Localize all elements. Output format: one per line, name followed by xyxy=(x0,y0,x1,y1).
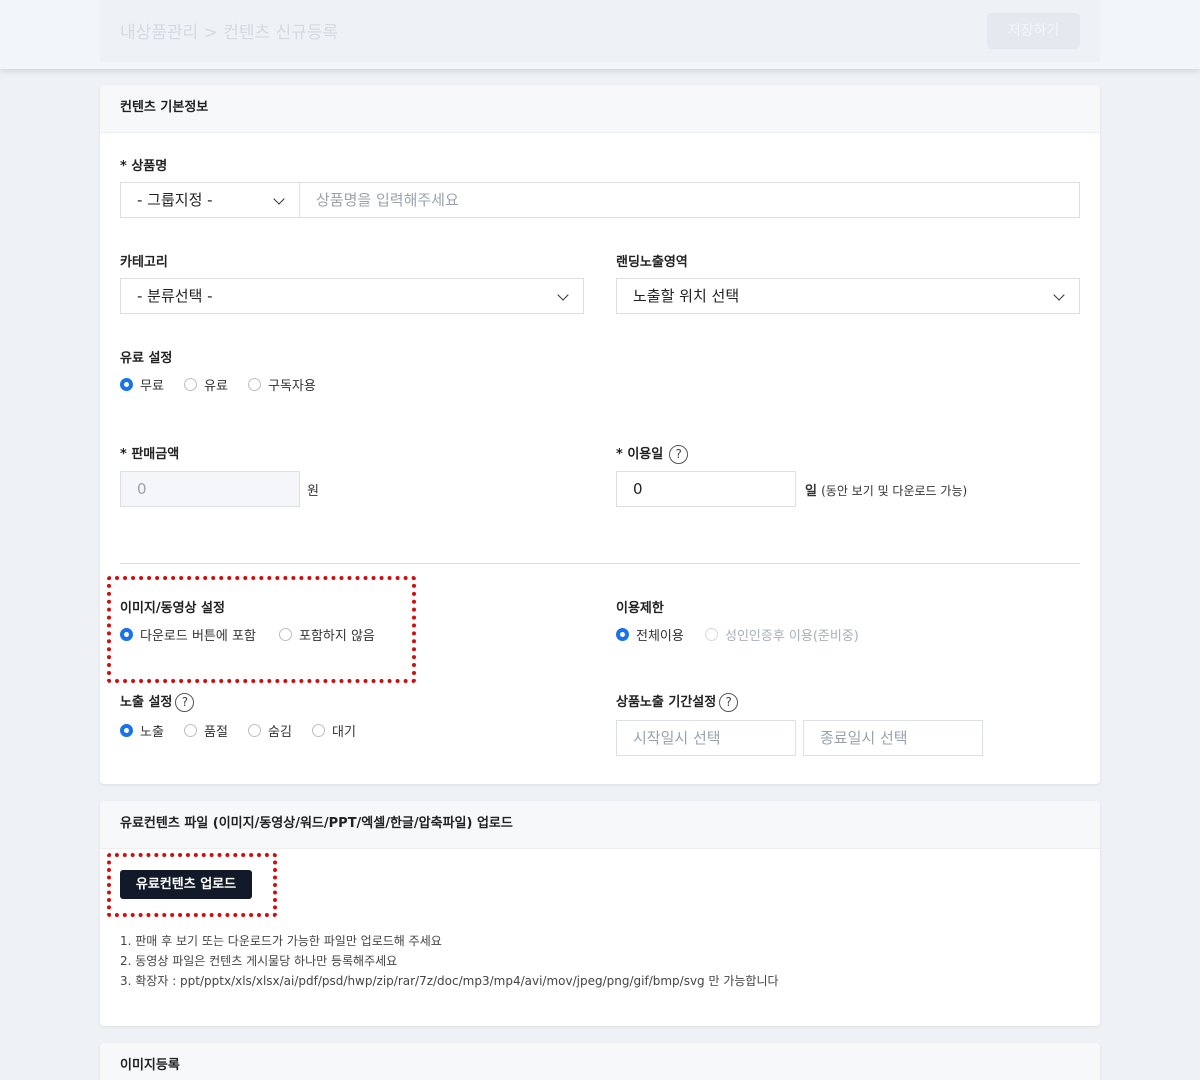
group-select-value: - 그룹지정 - xyxy=(137,191,213,209)
usage-days-input[interactable]: 0 xyxy=(616,471,796,507)
restriction-option-all[interactable]: 전체이용 xyxy=(616,625,684,644)
usage-days-unit: 일 (동안 보기 및 다운로드 가능) xyxy=(805,480,967,499)
exposure-option-pending-label: 대기 xyxy=(332,725,356,740)
period-label: 상품노출 기간설정? xyxy=(616,691,739,712)
usage-days-unit-text: 일 xyxy=(805,484,817,499)
save-button[interactable]: 저장하기 xyxy=(987,13,1080,49)
radio-selected-icon xyxy=(120,378,133,391)
landing-label: 랜딩노출영역 xyxy=(616,255,688,270)
category-label: 카테고리 xyxy=(120,255,168,270)
price-unit: 원 xyxy=(307,484,319,499)
upload-note-2: 2. 동영상 파일은 컨텐츠 게시물당 하나만 등록해주세요 xyxy=(120,954,398,968)
category-select[interactable]: - 분류선택 - xyxy=(120,278,584,314)
basic-info-title: 컨텐츠 기본정보 xyxy=(100,85,1100,133)
image-reg-title: 이미지등록 xyxy=(100,1043,1100,1080)
pay-option-subscriber-label: 구독자용 xyxy=(268,379,316,394)
basic-info-card: 컨텐츠 기본정보 * 상품명 - 그룹지정 - 상품명을 입력해주세요 카테고리… xyxy=(100,85,1100,784)
period-label-text: 상품노출 기간설정 xyxy=(616,695,717,710)
highlight-box xyxy=(107,853,277,917)
usage-days-label-text: * 이용일 xyxy=(616,447,664,462)
radio-selected-icon xyxy=(120,724,133,737)
upload-note-1: 1. 판매 후 보기 또는 다운로드가 가능한 파일만 업로드해 주세요 xyxy=(120,934,442,948)
restriction-option-all-label: 전체이용 xyxy=(636,629,684,644)
usage-days-suffix: (동안 보기 및 다운로드 가능) xyxy=(821,484,968,498)
radio-empty-icon xyxy=(248,378,261,391)
breadcrumb: 내상품관리 > 컨텐츠 신규등록 xyxy=(120,23,339,43)
exposure-option-hidden[interactable]: 숨김 xyxy=(248,721,292,740)
upload-title: 유료컨텐츠 파일 (이미지/동영상/워드/PPT/엑셀/한글/압축파일) 업로드 xyxy=(100,801,1100,849)
pay-option-subscriber[interactable]: 구독자용 xyxy=(248,375,316,394)
exposure-option-soldout-label: 품절 xyxy=(204,725,228,740)
exposure-option-hidden-label: 숨김 xyxy=(268,725,292,740)
price-input[interactable]: 0 xyxy=(120,471,300,507)
exposure-option-soldout[interactable]: 품절 xyxy=(184,721,228,740)
exposure-option-show-label: 노출 xyxy=(140,725,164,740)
restriction-option-adult: 성인인증후 이용(준비중) xyxy=(705,625,859,644)
highlight-box xyxy=(107,576,416,683)
radio-empty-icon xyxy=(184,378,197,391)
pay-option-paid[interactable]: 유료 xyxy=(184,375,228,394)
top-header: 내상품관리 > 컨텐츠 신규등록 저장하기 xyxy=(0,0,1200,69)
help-icon[interactable]: ? xyxy=(175,693,195,712)
exposure-label: 노출 설정? xyxy=(120,691,195,712)
category-select-value: - 분류선택 - xyxy=(137,287,213,305)
landing-select-value: 노출할 위치 선택 xyxy=(633,287,740,305)
pay-option-paid-label: 유료 xyxy=(204,379,228,394)
exposure-option-pending[interactable]: 대기 xyxy=(312,721,356,740)
image-reg-card: 이미지등록 xyxy=(100,1043,1100,1080)
help-icon[interactable]: ? xyxy=(669,445,689,464)
exposure-option-show[interactable]: 노출 xyxy=(120,721,164,740)
chevron-down-icon xyxy=(273,193,285,205)
landing-select[interactable]: 노출할 위치 선택 xyxy=(616,278,1080,314)
group-select[interactable]: - 그룹지정 - xyxy=(120,182,300,218)
radio-empty-icon xyxy=(184,724,197,737)
product-name-input[interactable]: 상품명을 입력해주세요 xyxy=(299,182,1080,218)
chevron-down-icon xyxy=(557,289,569,301)
price-label: * 판매금액 xyxy=(120,447,180,462)
product-name-label: * 상품명 xyxy=(120,159,168,174)
restriction-option-adult-label: 성인인증후 이용(준비중) xyxy=(725,629,859,644)
end-date-input[interactable]: 종료일시 선택 xyxy=(803,720,983,756)
upload-note-3: 3. 확장자 : ppt/pptx/xls/xlsx/ai/pdf/psd/hw… xyxy=(120,974,779,988)
help-icon[interactable]: ? xyxy=(719,693,739,712)
pay-option-free[interactable]: 무료 xyxy=(120,375,164,394)
usage-days-label: * 이용일? xyxy=(616,443,689,464)
radio-disabled-icon xyxy=(705,628,718,641)
pay-setting-label: 유료 설정 xyxy=(120,351,173,366)
chevron-down-icon xyxy=(1053,289,1065,301)
pay-option-free-label: 무료 xyxy=(140,379,164,394)
restriction-label: 이용제한 xyxy=(616,601,664,616)
radio-selected-icon xyxy=(616,628,629,641)
radio-empty-icon xyxy=(312,724,325,737)
radio-empty-icon xyxy=(248,724,261,737)
exposure-label-text: 노출 설정 xyxy=(120,695,173,710)
start-date-input[interactable]: 시작일시 선택 xyxy=(616,720,796,756)
divider xyxy=(120,563,1080,564)
upload-card: 유료컨텐츠 파일 (이미지/동영상/워드/PPT/엑셀/한글/압축파일) 업로드… xyxy=(100,801,1100,1026)
